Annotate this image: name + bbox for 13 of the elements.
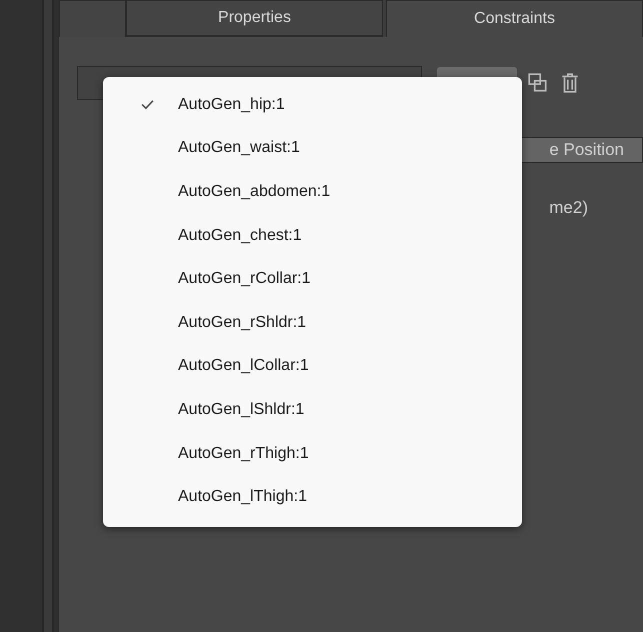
menu-item[interactable]: AutoGen_lCollar:1 bbox=[103, 344, 522, 388]
duplicate-icon[interactable] bbox=[527, 72, 549, 94]
menu-item[interactable]: AutoGen_rCollar:1 bbox=[103, 257, 522, 301]
tab[interactable]: Constraints bbox=[386, 0, 643, 37]
menu-item[interactable]: AutoGen_lThigh:1 bbox=[103, 475, 522, 519]
menu-item[interactable]: AutoGen_rThigh:1 bbox=[103, 432, 522, 476]
menu-item[interactable]: AutoGen_lShldr:1 bbox=[103, 388, 522, 432]
tab[interactable]: Properties bbox=[126, 0, 383, 37]
menu-item[interactable]: AutoGen_chest:1 bbox=[103, 214, 522, 258]
constraint-label: me2) bbox=[549, 198, 588, 218]
menu-item[interactable]: AutoGen_rShldr:1 bbox=[103, 300, 522, 345]
menu-item[interactable]: AutoGen_abdomen:1 bbox=[103, 170, 522, 214]
menu-item[interactable]: AutoGen_hip:1 bbox=[103, 83, 522, 127]
